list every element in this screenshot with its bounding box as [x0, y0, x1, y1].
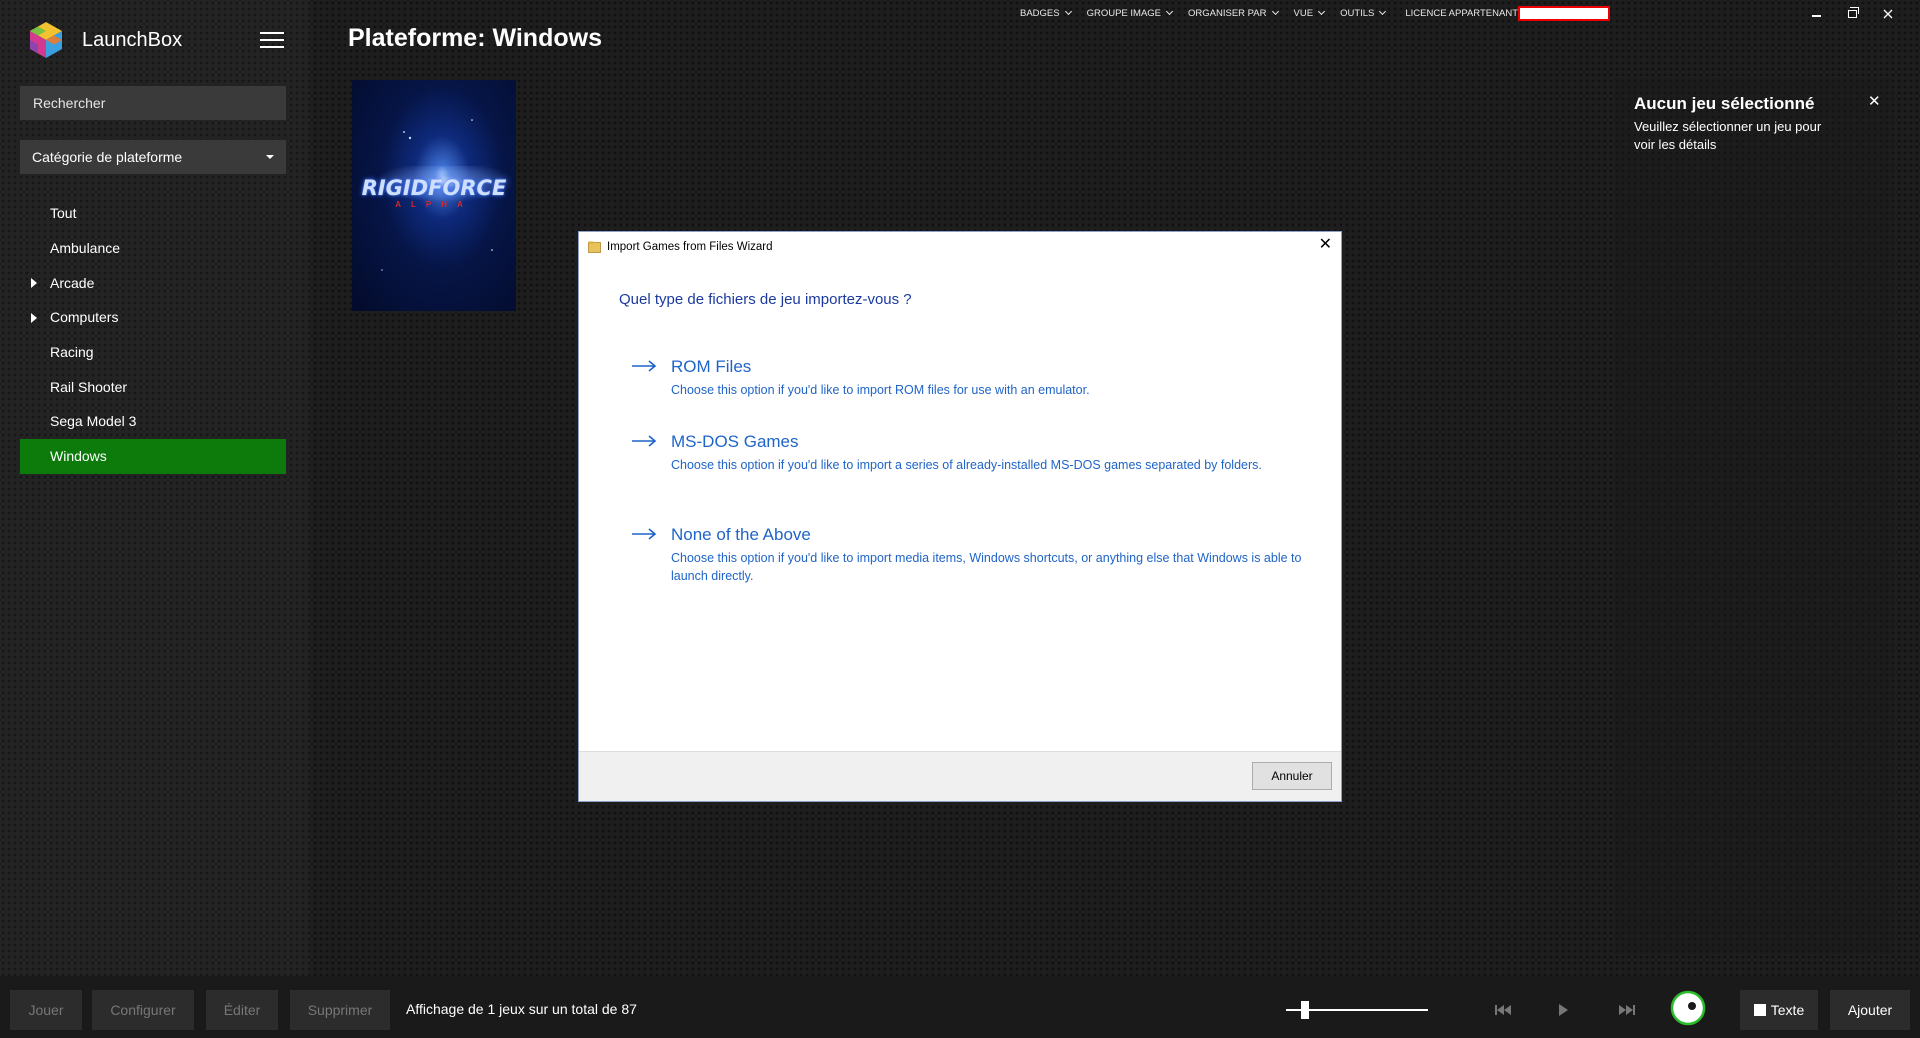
menu-organiser-par[interactable]: ORGANISER PAR [1188, 7, 1279, 19]
option-none-of-the-above[interactable]: None of the Above Choose this option if … [631, 525, 1311, 587]
zoom-slider[interactable] [1286, 1000, 1428, 1020]
minimize-button[interactable] [1798, 4, 1834, 24]
chevron-down-icon [1318, 7, 1326, 16]
sidebar-item-label: Ambulance [50, 240, 121, 257]
menu-label: VUE [1293, 7, 1314, 19]
close-window-button[interactable] [1870, 4, 1906, 24]
menu-label: GROUPE IMAGE [1086, 7, 1162, 19]
menu-label: ORGANISER PAR [1188, 7, 1267, 19]
dialog-footer: Annuler [579, 751, 1341, 801]
sidebar-item-windows[interactable]: Windows [20, 438, 286, 474]
configure-button[interactable]: Configurer [92, 990, 194, 1030]
sidebar: LaunchBox Catégorie de plateforme Tout A… [0, 0, 310, 976]
option-title: MS-DOS Games [671, 432, 799, 451]
option-ms-dos-games[interactable]: MS-DOS Games Choose this option if you'd… [631, 432, 1311, 494]
dialog-titlebar: Import Games from Files Wizard [579, 232, 1341, 261]
dialog-question: Quel type de fichiers de jeu importez-vo… [619, 291, 912, 308]
chevron-down-icon [1379, 7, 1387, 16]
sidebar-item-racing[interactable]: Racing [20, 335, 286, 370]
edit-button[interactable]: Éditer [206, 990, 278, 1030]
status-text: Affichage de 1 jeux sur un total de 87 [406, 1001, 637, 1017]
sidebar-item-label: Windows [50, 448, 107, 465]
arrow-right-icon [632, 435, 657, 447]
arrow-right-icon [632, 360, 657, 372]
window-controls [1798, 4, 1906, 24]
import-wizard-dialog: Import Games from Files Wizard ✕ Quel ty… [578, 231, 1342, 802]
launchbox-logo-icon [30, 22, 62, 58]
menu-outils[interactable]: OUTILS [1340, 7, 1387, 19]
skip-previous-icon[interactable] [1492, 1000, 1514, 1020]
cancel-button[interactable]: Annuler [1252, 762, 1332, 790]
add-button[interactable]: Ajouter [1830, 990, 1910, 1030]
chevron-down-icon [1165, 7, 1174, 16]
option-description: Choose this option if you'd like to impo… [671, 551, 1302, 583]
sidebar-item-label: Tout [50, 205, 77, 222]
license-label: LICENCE APPARTENANT [1405, 7, 1518, 19]
chevron-down-icon [1271, 7, 1279, 16]
menu-vue[interactable]: VUE [1293, 7, 1326, 19]
menu-groupe-image[interactable]: GROUPE IMAGE [1086, 7, 1174, 19]
sidebar-item-label: Sega Model 3 [50, 413, 137, 430]
delete-button[interactable]: Supprimer [290, 990, 390, 1030]
sidebar-item-label: Rail Shooter [50, 378, 128, 395]
page-title: Plateforme: Windows [348, 24, 602, 52]
option-description: Choose this option if you'd like to impo… [671, 458, 1262, 472]
dropdown-caret-icon [266, 155, 274, 159]
minimize-icon [1811, 15, 1821, 17]
close-icon [1883, 9, 1893, 19]
sidebar-item-label: Computers [50, 309, 119, 326]
sidebar-item-rail-shooter[interactable]: Rail Shooter [20, 369, 286, 404]
sidebar-item-arcade[interactable]: Arcade [20, 265, 286, 300]
platform-list: Tout Ambulance Arcade Computers Racing R… [20, 196, 286, 474]
folder-icon [588, 241, 601, 253]
option-title: None of the Above [671, 525, 811, 544]
arrow-right-icon [632, 528, 657, 540]
app-name: LaunchBox [82, 28, 183, 51]
menu-badges[interactable]: BADGES [1019, 7, 1072, 19]
option-rom-files[interactable]: ROM Files Choose this option if you'd li… [631, 357, 1311, 401]
dialog-title: Import Games from Files Wizard [607, 240, 773, 253]
details-text: Veuillez sélectionner un jeu pour voir l… [1634, 119, 1822, 152]
text-toggle-button[interactable]: Texte [1740, 990, 1818, 1030]
platform-category-dropdown[interactable]: Catégorie de plateforme [20, 140, 286, 174]
skip-next-icon[interactable] [1616, 1000, 1638, 1020]
app-logo-row: LaunchBox [28, 18, 182, 62]
dialog-close-icon[interactable]: ✕ [1319, 237, 1332, 253]
license-owner-redacted [1518, 5, 1610, 21]
expand-arrow-icon[interactable] [31, 313, 37, 324]
chevron-down-icon [1064, 7, 1072, 16]
checkbox-icon [1753, 1004, 1766, 1016]
top-menu: BADGES GROUPE IMAGE ORGANISER PAR VUE OU… [1004, 5, 1610, 21]
text-toggle-label: Texte [1770, 1002, 1805, 1018]
sidebar-item-sega-model-3[interactable]: Sega Model 3 [20, 404, 286, 439]
sidebar-item-label: Racing [50, 344, 94, 361]
platform-category-label: Catégorie de plateforme [32, 149, 183, 165]
restore-icon [1847, 7, 1859, 18]
game-logo-subtitle: ALPHA [395, 200, 473, 209]
play-icon[interactable] [1552, 1000, 1574, 1020]
option-description: Choose this option if you'd like to impo… [671, 383, 1090, 397]
expand-arrow-icon[interactable] [31, 278, 37, 289]
option-title: ROM Files [671, 357, 752, 376]
close-details-icon[interactable]: ✕ [1868, 92, 1881, 110]
sidebar-item-tout[interactable]: Tout [20, 196, 286, 231]
zoom-slider-thumb[interactable] [1301, 1001, 1309, 1019]
details-panel: Aucun jeu sélectionné Veuillez sélection… [1614, 78, 1894, 954]
hamburger-menu-icon[interactable] [260, 32, 284, 48]
status-toggle-icon[interactable] [1670, 990, 1706, 1026]
bottom-toolbar: Jouer Configurer Éditer Supprimer Affich… [0, 976, 1920, 1038]
play-button[interactable]: Jouer [10, 990, 82, 1030]
details-title: Aucun jeu sélectionné [1634, 94, 1815, 113]
sidebar-item-ambulance[interactable]: Ambulance [20, 231, 286, 266]
sidebar-item-label: Arcade [50, 274, 95, 291]
menu-label: OUTILS [1340, 7, 1375, 19]
restore-button[interactable] [1834, 4, 1870, 24]
menu-label: BADGES [1019, 7, 1060, 19]
sidebar-item-computers[interactable]: Computers [20, 300, 286, 335]
search-input[interactable] [20, 86, 286, 120]
game-logo-title: RIGIDFORCE [361, 176, 507, 200]
game-tile-rigidforce-alpha[interactable]: RIGIDFORCE ALPHA [352, 80, 516, 311]
